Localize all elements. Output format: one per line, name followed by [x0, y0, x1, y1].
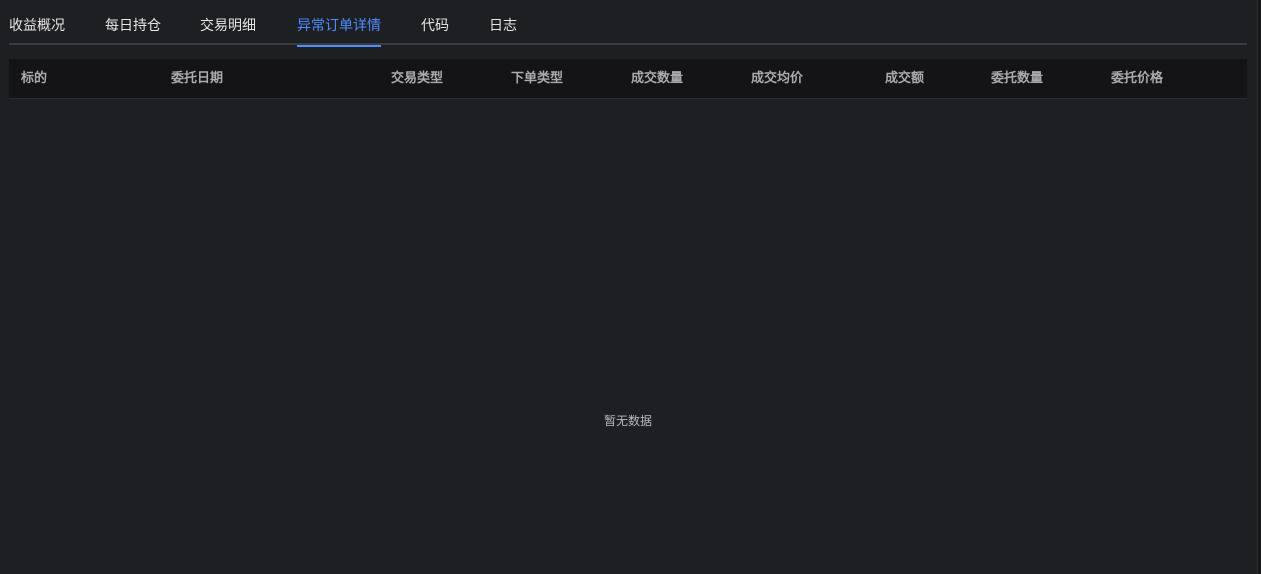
tab-abnormal-order-details[interactable]: 异常订单详情: [297, 15, 381, 47]
scrollbar-track[interactable]: [1257, 0, 1261, 574]
tab-log[interactable]: 日志: [489, 15, 517, 45]
tab-trade-details[interactable]: 交易明细: [200, 15, 256, 45]
column-header-filled-quantity: 成交数量: [631, 71, 684, 86]
tab-bar: 收益概况 每日持仓 交易明细 异常订单详情 代码 日志: [9, 0, 1247, 47]
column-header-symbol: 标的: [21, 71, 48, 86]
column-header-order-date: 委托日期: [171, 71, 224, 86]
column-header-order-type: 下单类型: [511, 71, 564, 86]
tab-daily-positions[interactable]: 每日持仓: [105, 15, 161, 45]
column-header-filled-amount: 成交额: [885, 71, 925, 86]
column-header-average-price: 成交均价: [751, 71, 804, 86]
abnormal-orders-table: 标的 委托日期 交易类型 下单类型 成交数量 成交均价 成交额 委托数量 委托价…: [9, 59, 1247, 428]
page: 收益概况 每日持仓 交易明细 异常订单详情 代码 日志 标的 委托日期 交易类型…: [0, 0, 1261, 574]
empty-state-text: 暂无数据: [603, 414, 652, 428]
tab-code[interactable]: 代码: [421, 15, 449, 45]
column-header-order-quantity: 委托数量: [991, 71, 1044, 86]
table-header: 标的 委托日期 交易类型 下单类型 成交数量 成交均价 成交额 委托数量 委托价…: [9, 59, 1247, 99]
column-header-trade-type: 交易类型: [391, 71, 444, 86]
tab-performance-overview[interactable]: 收益概况: [9, 15, 65, 45]
column-header-order-price: 委托价格: [1111, 71, 1164, 86]
